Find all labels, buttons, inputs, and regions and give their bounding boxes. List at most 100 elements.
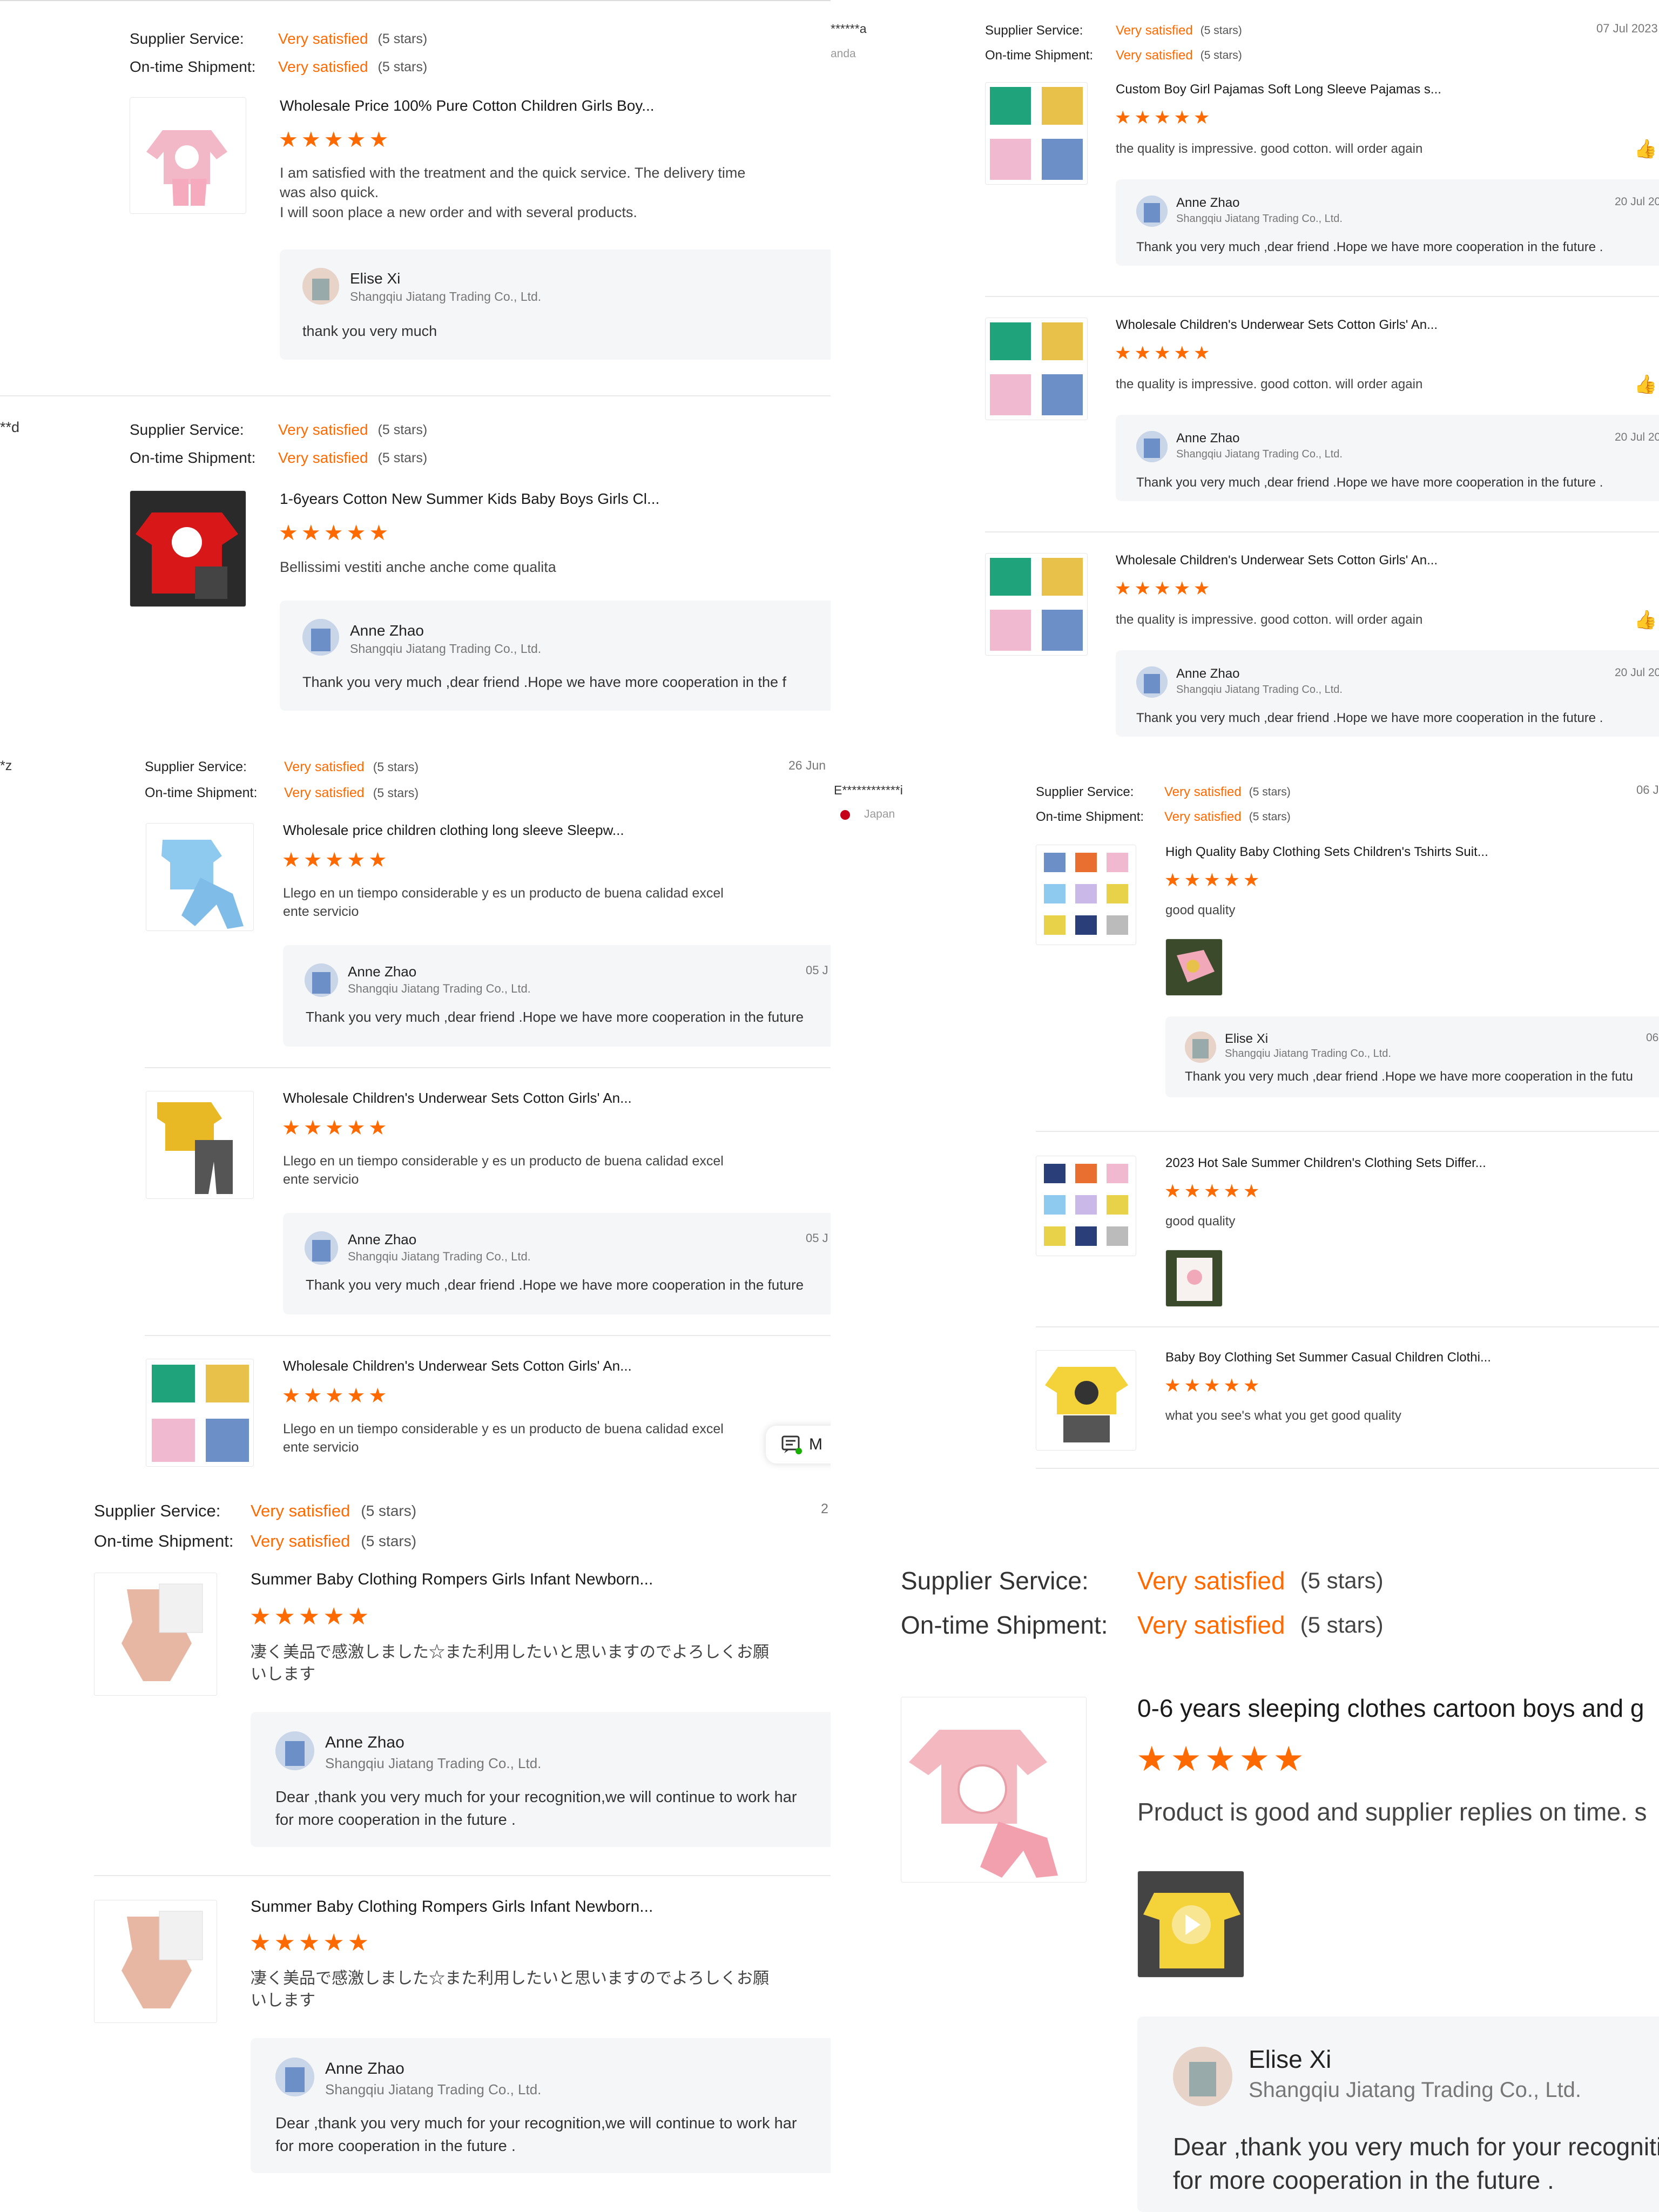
- reply-company: Shangqiu Jiatang Trading Co., Ltd.: [348, 982, 531, 995]
- product-title[interactable]: Wholesale Price 100% Pure Cotton Childre…: [280, 97, 655, 114]
- ontime-shipment-stars: (5 stars): [1249, 811, 1291, 823]
- reply-text-line: Dear ,thank you very much for your recog…: [1173, 2133, 1659, 2161]
- ratings: Supplier Service: Very satisfied (5 star…: [130, 416, 427, 472]
- reply-date: 06: [1646, 1031, 1659, 1044]
- reply-author: Elise Xi: [1249, 2045, 1332, 2073]
- ratings: Supplier Service: Very satisfied (5 star…: [94, 1496, 416, 1556]
- review-comment-line: 凄く美品で感激しました☆また利用したいと思いますのでよろしくお願: [251, 1970, 769, 1987]
- avatar: [1136, 195, 1168, 227]
- reply-date: 05 J: [806, 963, 828, 977]
- reply-company: Shangqiu Jiatang Trading Co., Ltd.: [1225, 1048, 1391, 1060]
- product-title[interactable]: 1-6years Cotton New Summer Kids Baby Boy…: [280, 490, 659, 508]
- product-thumbnail[interactable]: [94, 1900, 217, 2023]
- review-comment-line: いします: [251, 1665, 315, 1683]
- reviewer-country: Japan: [864, 808, 895, 820]
- product-title[interactable]: Wholesale Children's Underwear Sets Cott…: [1116, 318, 1438, 333]
- product-title[interactable]: 0-6 years sleeping clothes cartoon boys …: [1137, 1694, 1644, 1723]
- review-comment: 凄く美品で感激しました☆また利用したいと思いますのでよろしくお願 いします: [251, 1642, 769, 1685]
- product-thumbnail[interactable]: [130, 97, 246, 214]
- ratings: Supplier Service: Very satisfied (5 star…: [145, 754, 419, 806]
- supplier-reply: Anne Zhao Shangqiu Jiatang Trading Co., …: [1116, 415, 1659, 501]
- ontime-shipment-label: On-time Shipment:: [985, 48, 1094, 63]
- divider: [145, 1335, 831, 1336]
- supplier-service-value: Very satisfied: [1137, 1567, 1285, 1595]
- product-title[interactable]: Wholesale price children clothing long s…: [283, 822, 624, 839]
- review-comment: 凄く美品で感激しました☆また利用したいと思いますのでよろしくお願 いします: [251, 1968, 769, 2012]
- review-panel-6: E************i Japan 06 J Supplier Servi…: [831, 767, 1659, 1469]
- review-video-thumbnail[interactable]: [1137, 1871, 1244, 1978]
- reply-author: Elise Xi: [350, 270, 401, 287]
- product-title[interactable]: Custom Boy Girl Pajamas Soft Long Sleeve…: [1116, 82, 1441, 97]
- product-thumbnail[interactable]: [901, 1697, 1087, 1883]
- reply-text-line: Dear ,thank you very much for your recog…: [275, 1789, 797, 1806]
- ratings: Supplier Service: Very satisfied (5 star…: [985, 18, 1242, 68]
- supplier-reply: Anne Zhao Shangqiu Jiatang Trading Co., …: [283, 945, 831, 1047]
- supplier-service-label: Supplier Service:: [145, 759, 247, 774]
- product-thumbnail[interactable]: [1036, 845, 1136, 945]
- product-title[interactable]: Baby Boy Clothing Set Summer Casual Chil…: [1165, 1350, 1491, 1365]
- supplier-reply: Anne Zhao Shangqiu Jiatang Trading Co., …: [1116, 650, 1659, 737]
- supplier-service-value: Very satisfied: [1116, 23, 1193, 38]
- supplier-reply: Elise Xi Shangqiu Jiatang Trading Co., L…: [1137, 2017, 1659, 2212]
- product-thumbnail[interactable]: [985, 82, 1088, 185]
- review-comment-line: I will soon place a new order and with s…: [280, 204, 637, 220]
- review-photo[interactable]: [1165, 939, 1223, 996]
- product-title[interactable]: High Quality Baby Clothing Sets Children…: [1165, 845, 1488, 860]
- rating-stars: ★★★★★: [249, 1603, 373, 1630]
- supplier-service-stars: (5 stars): [377, 422, 428, 437]
- rating-stars: ★★★★★: [1164, 1375, 1263, 1396]
- reply-text-line: for more cooperation in the future .: [275, 1811, 516, 1829]
- reply-company: Shangqiu Jiatang Trading Co., Ltd.: [325, 1755, 542, 1771]
- divider: [0, 395, 831, 396]
- review-panel-5: ******a anda 07 Jul 2023 Supplier Servic…: [831, 0, 1659, 740]
- product-title[interactable]: Summer Baby Clothing Rompers Girls Infan…: [251, 1898, 653, 1916]
- product-title[interactable]: Wholesale Children's Underwear Sets Cott…: [283, 1358, 632, 1374]
- product-thumbnail[interactable]: [130, 490, 246, 607]
- review-comment: I am satisfied with the treatment and th…: [280, 163, 745, 222]
- supplier-service-stars: (5 stars): [1200, 24, 1242, 37]
- review-panel-4: 2 Supplier Service: Very satisfied (5 st…: [0, 1485, 831, 2212]
- avatar: [1173, 2047, 1232, 2106]
- reviewer-name: **d: [0, 419, 20, 435]
- review-photo[interactable]: [1165, 1250, 1223, 1307]
- product-title[interactable]: Wholesale Children's Underwear Sets Cott…: [1116, 553, 1438, 568]
- reply-company: Shangqiu Jiatang Trading Co., Ltd.: [350, 289, 542, 304]
- supplier-service-stars: (5 stars): [377, 31, 428, 46]
- review-comment-line: ente servicio: [283, 1439, 359, 1455]
- reply-text: Thank you very much ,dear friend .Hope w…: [302, 674, 786, 690]
- product-thumbnail[interactable]: [146, 1359, 254, 1467]
- product-thumbnail[interactable]: [94, 1573, 217, 1696]
- chat-label: M: [809, 1435, 822, 1453]
- product-thumbnail[interactable]: [985, 553, 1088, 656]
- ontime-shipment-label: On-time Shipment:: [130, 449, 256, 466]
- product-thumbnail[interactable]: [1036, 1350, 1136, 1451]
- avatar: [1136, 431, 1168, 462]
- avatar: [305, 963, 338, 997]
- reply-text: Thank you very much ,dear friend .Hope w…: [306, 1277, 804, 1293]
- reply-author: Anne Zhao: [1176, 431, 1240, 446]
- reply-date: 20 Jul 20: [1615, 431, 1659, 443]
- product-title[interactable]: Summer Baby Clothing Rompers Girls Infan…: [251, 1570, 653, 1589]
- thumbs-up-icon[interactable]: 👍: [1634, 374, 1657, 395]
- ontime-shipment-value: Very satisfied: [278, 58, 368, 75]
- ratings: Supplier Service: Very satisfied (5 star…: [130, 25, 427, 81]
- product-thumbnail[interactable]: [985, 318, 1088, 420]
- ratings: Supplier Service: Very satisfied (5 star…: [1036, 780, 1291, 830]
- ontime-shipment-stars: (5 stars): [373, 785, 419, 800]
- avatar: [305, 1231, 338, 1265]
- product-thumbnail[interactable]: [1036, 1156, 1136, 1256]
- supplier-service-label: Supplier Service:: [130, 30, 244, 47]
- ontime-shipment-value: Very satisfied: [284, 785, 365, 800]
- product-thumbnail[interactable]: [146, 823, 254, 931]
- divider: [985, 296, 1659, 297]
- reply-author: Anne Zhao: [325, 1734, 404, 1751]
- product-thumbnail[interactable]: [146, 1091, 254, 1199]
- rating-stars: ★★★★★: [1164, 1181, 1263, 1202]
- chat-button[interactable]: M: [766, 1426, 831, 1464]
- product-title[interactable]: 2023 Hot Sale Summer Children's Clothing…: [1165, 1156, 1486, 1171]
- review-comment: the quality is impressive. good cotton. …: [1116, 612, 1423, 627]
- thumbs-up-icon[interactable]: 👍: [1634, 138, 1657, 160]
- thumbs-up-icon[interactable]: 👍: [1634, 609, 1657, 631]
- product-title[interactable]: Wholesale Children's Underwear Sets Cott…: [283, 1090, 632, 1107]
- supplier-service-value: Very satisfied: [1164, 785, 1242, 799]
